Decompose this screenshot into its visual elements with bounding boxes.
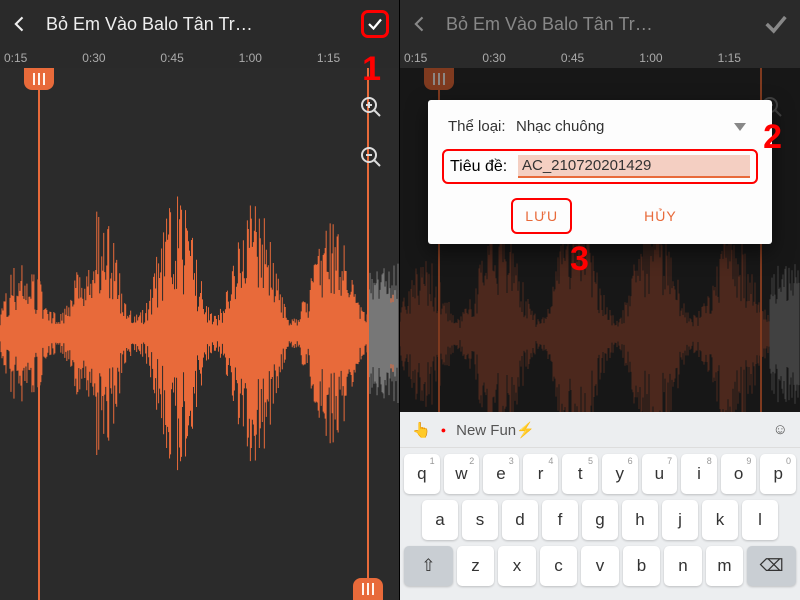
title-label: Tiêu đề: — [450, 158, 518, 176]
key-k[interactable]: k — [702, 500, 738, 540]
key-q[interactable]: q1 — [404, 454, 440, 494]
keyboard: 👆 ● New Fun⚡ ☺ q1w2e3r4t5y6u7i8o9p0 asdf… — [400, 412, 800, 600]
key-f[interactable]: f — [542, 500, 578, 540]
key-row-2: asdfghjkl — [404, 500, 796, 540]
save-dialog: Thể loại: Nhạc chuông Tiêu đề: LƯU HỦY — [428, 100, 772, 244]
key-backspace[interactable]: ⌫ — [747, 546, 796, 586]
key-a[interactable]: a — [422, 500, 458, 540]
key-x[interactable]: x — [498, 546, 536, 586]
key-l[interactable]: l — [742, 500, 778, 540]
confirm-button[interactable] — [762, 10, 790, 38]
zoom-in-icon[interactable] — [357, 93, 385, 121]
key-t[interactable]: t5 — [562, 454, 598, 494]
back-icon[interactable] — [410, 14, 430, 34]
song-title: Bỏ Em Vào Balo Tân Tr… — [46, 14, 345, 35]
key-y[interactable]: y6 — [602, 454, 638, 494]
screen-left: Bỏ Em Vào Balo Tân Tr… 0:15 0:30 0:45 1:… — [0, 0, 400, 600]
time-ruler: 0:15 0:30 0:45 1:00 1:15 — [400, 48, 800, 68]
key-z[interactable]: z — [457, 546, 495, 586]
back-icon[interactable] — [10, 14, 30, 34]
waveform-area[interactable] — [0, 68, 399, 600]
key-e[interactable]: e3 — [483, 454, 519, 494]
type-value[interactable]: Nhạc chuông — [516, 118, 734, 135]
trim-handle-left[interactable] — [38, 68, 40, 600]
key-b[interactable]: b — [623, 546, 661, 586]
emoji-icon[interactable]: ☺ — [773, 421, 788, 438]
confirm-button[interactable] — [361, 10, 389, 38]
key-s[interactable]: s — [462, 500, 498, 540]
topbar: Bỏ Em Vào Balo Tân Tr… — [400, 0, 800, 48]
key-j[interactable]: j — [662, 500, 698, 540]
waveform — [0, 68, 399, 599]
key-p[interactable]: p0 — [760, 454, 796, 494]
title-input[interactable] — [518, 155, 750, 178]
zoom-out-icon[interactable] — [357, 143, 385, 171]
key-row-1: q1w2e3r4t5y6u7i8o9p0 — [404, 454, 796, 494]
save-button[interactable]: LƯU — [511, 198, 572, 234]
key-u[interactable]: u7 — [642, 454, 678, 494]
key-shift[interactable]: ⇧ — [404, 546, 453, 586]
key-o[interactable]: o9 — [721, 454, 757, 494]
key-row-3: ⇧zxcvbnm⌫ — [404, 546, 796, 586]
key-m[interactable]: m — [706, 546, 744, 586]
time-ruler: 0:15 0:30 0:45 1:00 1:15 — [0, 48, 399, 68]
type-label: Thể loại: — [448, 118, 516, 135]
key-n[interactable]: n — [664, 546, 702, 586]
topbar: Bỏ Em Vào Balo Tân Tr… — [0, 0, 399, 48]
key-i[interactable]: i8 — [681, 454, 717, 494]
key-r[interactable]: r4 — [523, 454, 559, 494]
chevron-down-icon[interactable] — [734, 123, 746, 131]
key-w[interactable]: w2 — [444, 454, 480, 494]
keyboard-logo-icon[interactable]: 👆 — [412, 421, 431, 439]
key-v[interactable]: v — [581, 546, 619, 586]
key-c[interactable]: c — [540, 546, 578, 586]
keyboard-suggestion[interactable]: New Fun⚡ — [456, 421, 535, 439]
cancel-button[interactable]: HỦY — [632, 198, 689, 234]
key-h[interactable]: h — [622, 500, 658, 540]
screen-right: Bỏ Em Vào Balo Tân Tr… 0:15 0:30 0:45 1:… — [400, 0, 800, 600]
key-d[interactable]: d — [502, 500, 538, 540]
key-g[interactable]: g — [582, 500, 618, 540]
song-title: Bỏ Em Vào Balo Tân Tr… — [446, 14, 746, 35]
